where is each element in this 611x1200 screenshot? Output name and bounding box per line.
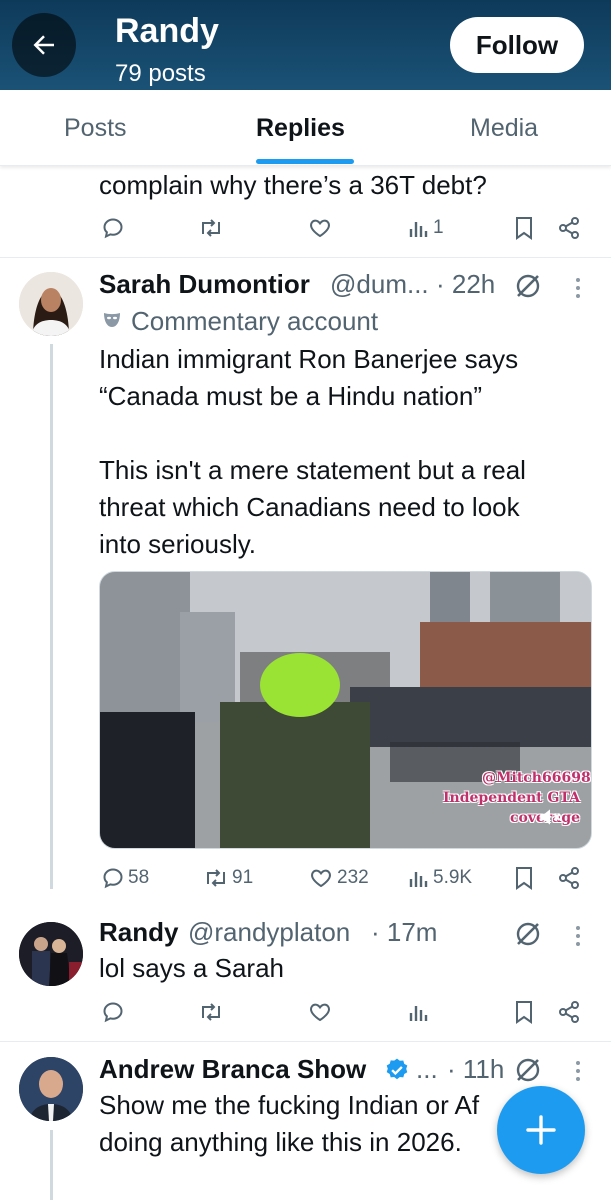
bar-chart-icon	[409, 1006, 428, 1021]
avatar[interactable]	[19, 1057, 83, 1121]
repost-icon	[202, 1003, 220, 1021]
more-options-icon[interactable]	[576, 278, 582, 302]
active-tab-indicator	[256, 159, 354, 164]
repost-count: 91	[232, 867, 254, 888]
tab-media[interactable]: Media	[470, 114, 538, 143]
avatar[interactable]	[19, 922, 83, 986]
views-button[interactable]	[408, 1001, 430, 1023]
grok-icon[interactable]	[513, 919, 543, 949]
avatar-photo	[19, 922, 83, 986]
like-button[interactable]: 232	[308, 866, 369, 890]
mask-icon	[104, 313, 120, 327]
bar-chart-icon	[409, 222, 428, 237]
tweet-text-line: “Canada must be a Hindu nation”	[99, 381, 483, 411]
tweet-video[interactable]: @Mitch66698· Independent GTA coverage	[99, 571, 592, 849]
tweet-text-line: into seriously.	[99, 529, 257, 559]
author-handle[interactable]: @randyplaton	[188, 914, 350, 951]
tweet-time: · 11h	[447, 1054, 505, 1084]
more-options-icon[interactable]	[576, 926, 582, 950]
divider	[0, 257, 611, 258]
mute-icon[interactable]	[537, 804, 563, 830]
follow-button[interactable]: Follow	[450, 17, 584, 73]
like-button[interactable]	[307, 216, 333, 240]
profile-name: Randy	[115, 12, 219, 50]
views-button[interactable]: 5.9K	[408, 867, 472, 889]
tweet-text: lol says a Sarah	[99, 953, 284, 983]
bookmark-button[interactable]	[513, 216, 535, 240]
video-frame	[100, 572, 591, 848]
share-button[interactable]	[557, 866, 581, 890]
tweet-text-line: Indian immigrant Ron Banerjee says	[99, 344, 519, 374]
bookmark-button[interactable]	[513, 866, 535, 890]
share-button[interactable]	[557, 216, 581, 240]
author-handle[interactable]: @dum...	[330, 266, 429, 303]
views-button[interactable]: 1	[408, 217, 444, 239]
repost-icon	[207, 869, 225, 887]
grok-icon[interactable]	[513, 271, 543, 301]
views-count: 1	[433, 217, 444, 238]
tweet-time: · 17m	[371, 917, 438, 947]
avatar-photo	[19, 1057, 83, 1121]
repost-icon	[202, 219, 220, 237]
thread-line	[50, 1130, 53, 1200]
author-name[interactable]: Sarah Dumontior	[99, 266, 310, 303]
bookmark-icon	[516, 1001, 532, 1024]
avatar[interactable]	[19, 272, 83, 336]
plus-icon	[526, 1115, 556, 1145]
tweet-text-line: Show me the fucking Indian or Af	[99, 1090, 480, 1120]
verified-badge-icon	[386, 1058, 408, 1080]
bookmark-button[interactable]	[513, 1000, 535, 1024]
account-label[interactable]: Commentary account	[131, 303, 378, 340]
share-icon	[559, 217, 579, 239]
reply-count: 58	[128, 867, 150, 888]
bookmark-icon	[516, 217, 532, 240]
author-name[interactable]: Randy	[99, 914, 178, 951]
repost-button[interactable]	[198, 216, 224, 240]
tweet-text-line: doing anything like this in 2026.	[99, 1127, 462, 1157]
share-icon	[559, 1001, 579, 1023]
posts-count: 79 posts	[115, 60, 206, 87]
heart-icon	[310, 1003, 330, 1022]
profile-tabs: Posts Replies Media	[0, 90, 611, 166]
tab-posts[interactable]: Posts	[64, 114, 127, 143]
reply-button[interactable]	[101, 216, 125, 240]
thread-line	[50, 344, 53, 889]
author-handle[interactable]: ...	[416, 1051, 438, 1088]
like-button[interactable]	[307, 1000, 333, 1024]
reply-icon	[103, 218, 123, 239]
heart-icon	[311, 869, 331, 888]
avatar-photo	[19, 272, 83, 336]
bookmark-icon	[516, 867, 532, 890]
tab-replies[interactable]: Replies	[256, 114, 345, 143]
views-count: 5.9K	[433, 867, 473, 888]
divider	[0, 1041, 611, 1042]
reply-icon	[103, 1002, 123, 1023]
video-watermark: @Mitch66698·	[482, 770, 592, 786]
more-options-icon[interactable]	[576, 1061, 582, 1085]
compose-button[interactable]	[497, 1086, 585, 1174]
share-icon	[559, 867, 579, 889]
repost-button[interactable]: 91	[203, 866, 253, 890]
bar-chart-icon	[409, 872, 428, 887]
tweet-text-line: threat which Canadians need to look	[99, 492, 520, 522]
back-button[interactable]	[12, 13, 76, 77]
tweet-time: · 22h	[436, 269, 496, 299]
profile-header: Randy 79 posts Follow	[0, 0, 611, 90]
repost-button[interactable]	[198, 1000, 224, 1024]
reply-icon	[103, 868, 123, 889]
like-count: 232	[337, 867, 369, 888]
tweet-text: complain why there’s a 36T debt?	[99, 170, 487, 200]
tweet-text-line: This isn't a mere statement but a real	[99, 455, 526, 485]
reply-button[interactable]: 58	[101, 866, 149, 890]
grok-icon[interactable]	[513, 1055, 543, 1085]
arrow-left-icon	[33, 35, 54, 55]
reply-button[interactable]	[101, 1000, 125, 1024]
heart-icon	[310, 219, 330, 238]
share-button[interactable]	[557, 1000, 581, 1024]
author-name[interactable]: Andrew Branca Show	[99, 1051, 366, 1088]
